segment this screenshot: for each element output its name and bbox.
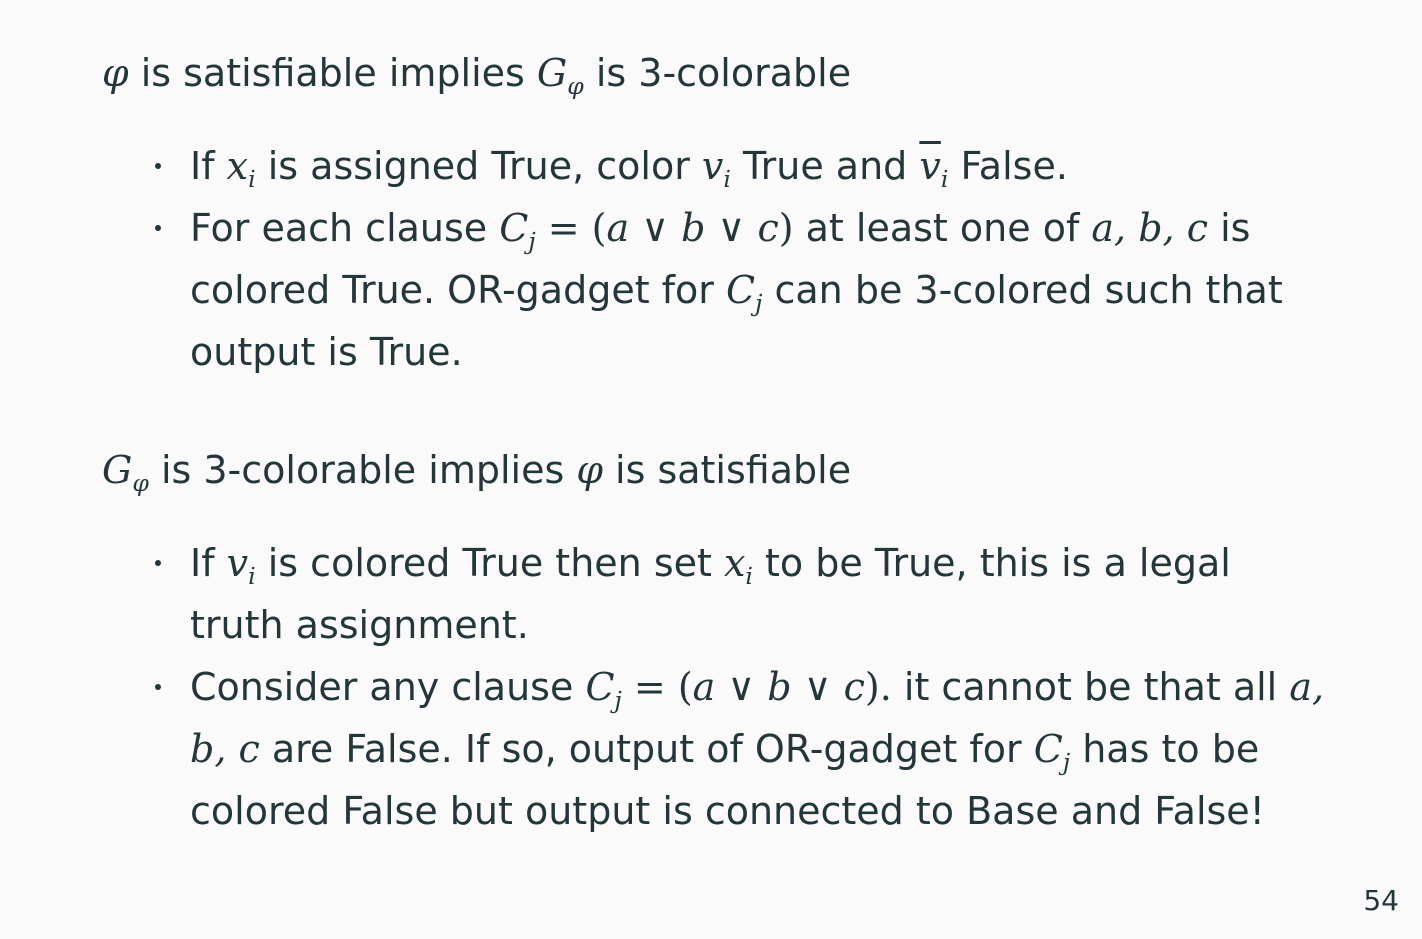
- math-var: v: [226, 541, 249, 585]
- math-var: a, b, c: [1091, 206, 1208, 250]
- bullet-dot-icon: [155, 225, 161, 231]
- list-item: For each clause Cj = (a ∨ b ∨ c) at leas…: [150, 197, 1330, 383]
- math-op: ): [778, 206, 794, 250]
- bullet-text: Consider any clause: [190, 665, 586, 709]
- bullet-list-forward: If xi is assigned True, color vi True an…: [150, 135, 1330, 383]
- bullet-text: True and: [730, 144, 920, 188]
- bullet-text: For each clause: [190, 206, 500, 250]
- bullet-text: False.: [948, 144, 1068, 188]
- graph-subscript: φ: [567, 72, 584, 101]
- math-var: C: [1033, 727, 1063, 771]
- bullet-dot-icon: [155, 684, 161, 690]
- bullet-text: it cannot be that all: [891, 665, 1290, 709]
- math-subscript: i: [248, 165, 256, 194]
- math-op: ∨: [629, 206, 682, 250]
- math-var: a: [692, 665, 716, 709]
- list-item: If xi is assigned True, color vi True an…: [150, 135, 1330, 197]
- math-var: C: [585, 665, 615, 709]
- bullet-text: is colored True then set: [255, 541, 724, 585]
- math-var: c: [843, 665, 865, 709]
- math-op: ∨: [791, 665, 844, 709]
- slide: φ is satisfiable implies Gφ is 3-colorab…: [0, 0, 1422, 939]
- bullet-text: at least one of: [793, 206, 1092, 250]
- bullet-text: are False. If so, output of OR-gadget fo…: [259, 727, 1034, 771]
- math-op: ∨: [715, 665, 768, 709]
- heading-text: is 3-colorable implies: [148, 448, 577, 492]
- heading-text: is satisfiable implies: [128, 51, 537, 95]
- section-heading-forward: φ is satisfiable implies Gφ is 3-colorab…: [102, 50, 852, 98]
- graph-subscript: φ: [132, 469, 149, 498]
- bullet-text: is assigned True, color: [255, 144, 702, 188]
- math-subscript: j: [614, 686, 622, 715]
- math-var: x: [226, 144, 249, 188]
- heading-text: is 3-colorable: [583, 51, 852, 95]
- section-heading-backward: Gφ is 3-colorable implies φ is satisfiab…: [102, 447, 852, 495]
- math-var: C: [499, 206, 529, 250]
- graph-symbol: G: [536, 51, 568, 95]
- math-op: ∨: [705, 206, 758, 250]
- math-var: C: [726, 268, 756, 312]
- math-op: = (: [535, 206, 607, 250]
- math-subscript: j: [528, 227, 536, 256]
- math-var: v: [701, 144, 724, 188]
- math-var: a: [606, 206, 630, 250]
- math-var: b: [767, 665, 792, 709]
- math-subscript: i: [745, 562, 753, 591]
- bullet-text: If: [190, 541, 227, 585]
- graph-symbol: G: [102, 448, 133, 492]
- bullet-dot-icon: [155, 560, 161, 566]
- page-number: 54: [1363, 884, 1399, 917]
- math-var: x: [723, 541, 746, 585]
- list-item: Consider any clause Cj = (a ∨ b ∨ c). it…: [150, 656, 1330, 842]
- math-subscript: i: [723, 165, 731, 194]
- math-var-bar: v: [919, 144, 941, 188]
- bullet-list-backward: If vi is colored True then set xi to be …: [150, 532, 1330, 842]
- phi-symbol: φ: [102, 51, 129, 95]
- math-op: = (: [621, 665, 693, 709]
- math-subscript: i: [248, 562, 256, 591]
- phi-symbol: φ: [576, 448, 603, 492]
- bullet-text: If: [190, 144, 227, 188]
- list-item: If vi is colored True then set xi to be …: [150, 532, 1330, 656]
- math-var: b: [681, 206, 706, 250]
- heading-text: is satisfiable: [602, 448, 852, 492]
- bullet-dot-icon: [155, 163, 161, 169]
- math-op: ).: [864, 665, 892, 709]
- math-var: c: [757, 206, 779, 250]
